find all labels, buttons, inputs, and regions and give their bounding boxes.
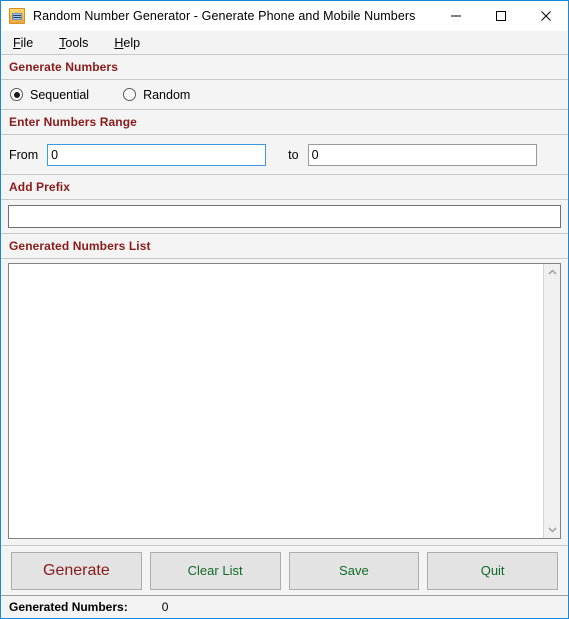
radio-sequential-mark — [10, 88, 23, 101]
menu-item-tools[interactable]: Tools — [59, 36, 88, 50]
menu-file-accelerator: F — [13, 35, 21, 50]
prefix-input[interactable] — [8, 205, 561, 228]
menu-bar: File Tools Help — [1, 31, 568, 55]
generate-mode-radio-group: Sequential Random — [1, 80, 568, 110]
status-label: Generated Numbers: — [9, 600, 128, 614]
app-window: Random Number Generator - Generate Phone… — [0, 0, 569, 619]
radio-random[interactable]: Random — [123, 88, 190, 102]
section-title-generated-list: Generated Numbers List — [9, 239, 151, 253]
to-input[interactable] — [307, 143, 537, 166]
status-value-generated-count: 0 — [161, 600, 169, 614]
status-bar: Generated Numbers: 0 — [1, 596, 568, 618]
maximize-icon[interactable] — [478, 1, 523, 31]
generated-list-area — [1, 259, 568, 546]
quit-button[interactable]: Quit — [427, 551, 558, 590]
section-title-generate-numbers: Generate Numbers — [9, 60, 118, 74]
title-bar: Random Number Generator - Generate Phone… — [1, 1, 568, 31]
menu-item-help[interactable]: Help — [114, 36, 140, 50]
generated-list-scrollbar[interactable] — [543, 264, 560, 538]
generated-numbers-textarea-wrapper — [8, 263, 561, 539]
menu-tools-rest: ools — [65, 35, 89, 50]
section-header-numbers-range: Enter Numbers Range — [1, 110, 568, 135]
section-title-add-prefix: Add Prefix — [9, 180, 71, 194]
window-controls — [433, 1, 568, 31]
menu-help-rest: elp — [123, 35, 141, 50]
chevron-up-icon[interactable] — [544, 264, 560, 281]
save-button[interactable]: Save — [288, 551, 420, 590]
section-header-generated-list: Generated Numbers List — [1, 234, 568, 259]
generated-numbers-textarea[interactable] — [9, 264, 543, 538]
radio-random-label: Random — [143, 87, 191, 102]
radio-sequential[interactable]: Sequential — [10, 88, 89, 102]
from-input[interactable] — [47, 143, 267, 166]
menu-file-rest: ile — [20, 35, 34, 50]
chevron-down-icon[interactable] — [544, 521, 560, 538]
to-label: to — [288, 147, 299, 162]
calculator-icon — [9, 8, 25, 24]
from-label: From — [9, 147, 39, 162]
window-title: Random Number Generator - Generate Phone… — [33, 9, 416, 23]
minimize-icon[interactable] — [433, 1, 478, 31]
numbers-range-row: From to — [1, 135, 568, 175]
section-header-generate-numbers: Generate Numbers — [1, 55, 568, 80]
clear-list-button[interactable]: Clear List — [149, 551, 281, 590]
menu-item-file[interactable]: File — [13, 36, 33, 50]
radio-sequential-label: Sequential — [30, 87, 90, 102]
section-title-numbers-range: Enter Numbers Range — [9, 115, 137, 129]
generate-button[interactable]: Generate — [11, 551, 142, 590]
action-button-row: Generate Clear List Save Quit — [1, 546, 568, 596]
close-icon[interactable] — [523, 1, 568, 31]
section-header-add-prefix: Add Prefix — [1, 175, 568, 200]
add-prefix-row — [1, 200, 568, 234]
radio-random-mark — [123, 88, 137, 101]
